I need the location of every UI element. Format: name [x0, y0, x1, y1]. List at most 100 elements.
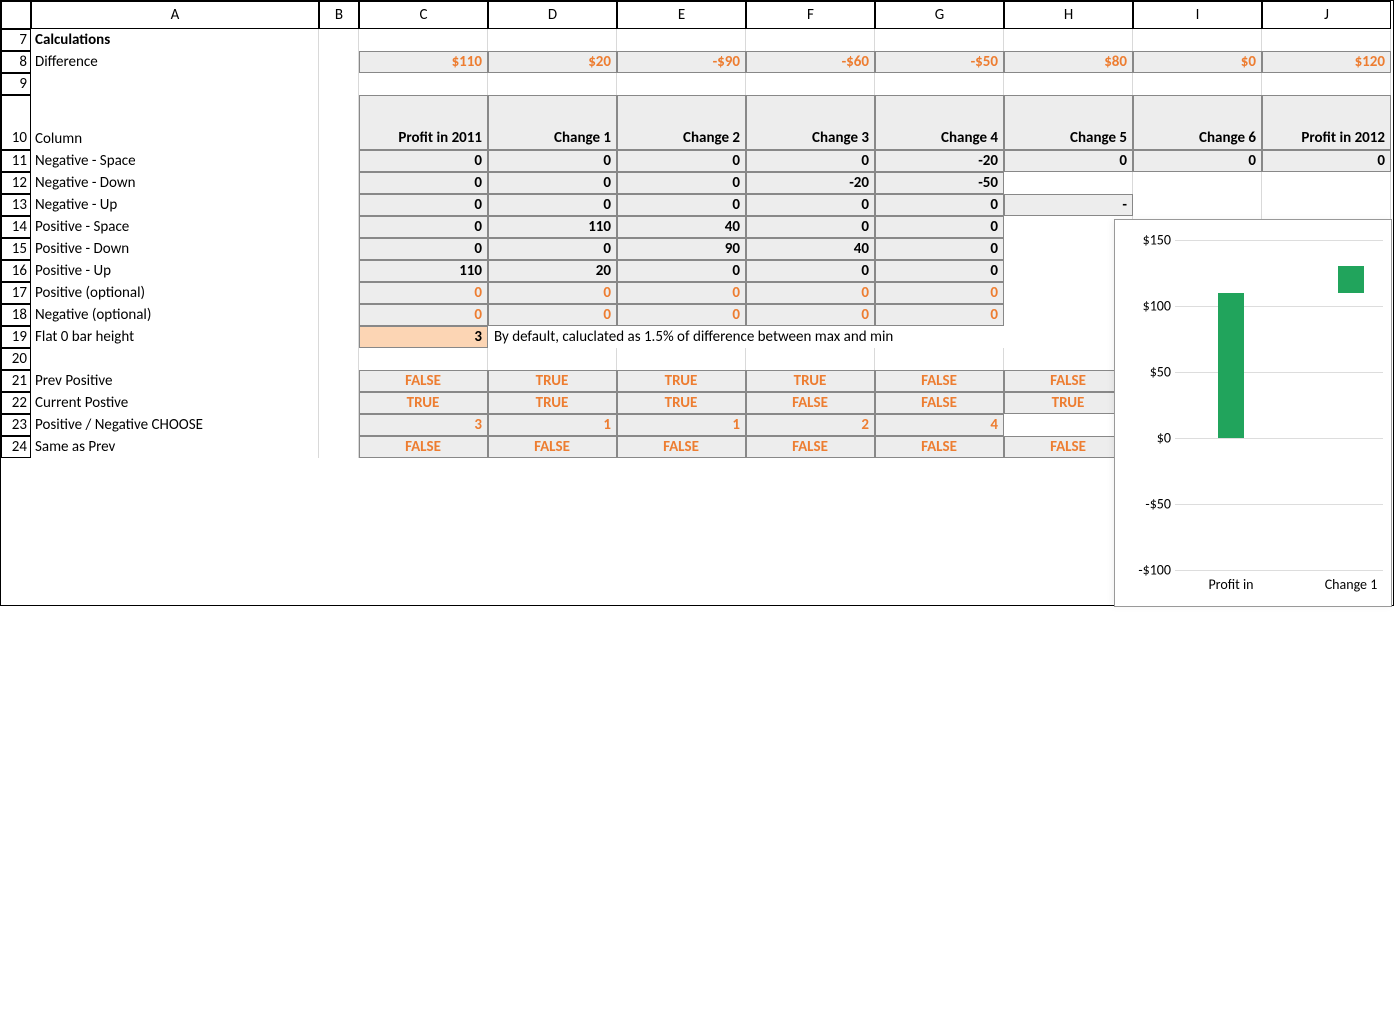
val-21-3[interactable]: TRUE: [746, 370, 875, 392]
row-header-9[interactable]: 9: [1, 73, 31, 95]
row-header-18[interactable]: 18: [1, 304, 31, 326]
val-11-1[interactable]: 0: [488, 150, 617, 172]
val-13-1[interactable]: 0: [488, 194, 617, 216]
column-label-1[interactable]: Change 1: [488, 95, 617, 150]
label-14[interactable]: Positive - Space: [31, 216, 319, 238]
difference-val-1[interactable]: $20: [488, 51, 617, 73]
row-header-20[interactable]: 20: [1, 348, 31, 370]
val-17-3[interactable]: 0: [746, 282, 875, 304]
val-24-1[interactable]: FALSE: [488, 436, 617, 458]
val-23-2[interactable]: 1: [617, 414, 746, 436]
difference-val-6[interactable]: $0: [1133, 51, 1262, 73]
label-18[interactable]: Negative (optional): [31, 304, 319, 326]
val-18-4[interactable]: 0: [875, 304, 1004, 326]
val-17-0[interactable]: 0: [359, 282, 488, 304]
val-24-2[interactable]: FALSE: [617, 436, 746, 458]
row-header-21[interactable]: 21: [1, 370, 31, 392]
row-header-13[interactable]: 13: [1, 194, 31, 216]
label-column[interactable]: Column: [31, 95, 319, 150]
val-11-7[interactable]: 0: [1262, 150, 1391, 172]
val-23-0[interactable]: 3: [359, 414, 488, 436]
val-14-3[interactable]: 0: [746, 216, 875, 238]
val-13-3[interactable]: 0: [746, 194, 875, 216]
val-16-1[interactable]: 20: [488, 260, 617, 282]
val-13-2[interactable]: 0: [617, 194, 746, 216]
difference-val-3[interactable]: -$60: [746, 51, 875, 73]
row-header-15[interactable]: 15: [1, 238, 31, 260]
val-21-2[interactable]: TRUE: [617, 370, 746, 392]
col-header-G[interactable]: G: [875, 1, 1004, 29]
val-17-4[interactable]: 0: [875, 282, 1004, 304]
val-11-0[interactable]: 0: [359, 150, 488, 172]
row-header-22[interactable]: 22: [1, 392, 31, 414]
val-22-1[interactable]: TRUE: [488, 392, 617, 414]
label-flat0[interactable]: Flat 0 bar height: [31, 326, 319, 348]
col-header-D[interactable]: D: [488, 1, 617, 29]
val-12-3[interactable]: -20: [746, 172, 875, 194]
val-11-6[interactable]: 0: [1133, 150, 1262, 172]
column-label-4[interactable]: Change 4: [875, 95, 1004, 150]
col-header-B[interactable]: B: [319, 1, 359, 29]
row-header-19[interactable]: 19: [1, 326, 31, 348]
embedded-chart[interactable]: $150$100$50$0-$50-$100Profit inChange 1: [1114, 219, 1392, 607]
val-15-3[interactable]: 40: [746, 238, 875, 260]
column-label-7[interactable]: Profit in 2012: [1262, 95, 1391, 150]
label-23[interactable]: Positive / Negative CHOOSE: [31, 414, 319, 436]
val-15-1[interactable]: 0: [488, 238, 617, 260]
val-18-2[interactable]: 0: [617, 304, 746, 326]
row-header-10[interactable]: 10: [1, 95, 31, 150]
label-15[interactable]: Positive - Down: [31, 238, 319, 260]
row-header-24[interactable]: 24: [1, 436, 31, 458]
val-14-0[interactable]: 0: [359, 216, 488, 238]
difference-val-4[interactable]: -$50: [875, 51, 1004, 73]
column-label-6[interactable]: Change 6: [1133, 95, 1262, 150]
col-header-H[interactable]: H: [1004, 1, 1133, 29]
val-18-1[interactable]: 0: [488, 304, 617, 326]
val-22-2[interactable]: TRUE: [617, 392, 746, 414]
val-22-3[interactable]: FALSE: [746, 392, 875, 414]
val-15-4[interactable]: 0: [875, 238, 1004, 260]
row-header-8[interactable]: 8: [1, 51, 31, 73]
label-17[interactable]: Positive (optional): [31, 282, 319, 304]
val-13-4[interactable]: 0: [875, 194, 1004, 216]
col-header-E[interactable]: E: [617, 1, 746, 29]
val-22-4[interactable]: FALSE: [875, 392, 1004, 414]
val-12-0[interactable]: 0: [359, 172, 488, 194]
val-14-1[interactable]: 110: [488, 216, 617, 238]
val-12-4[interactable]: -50: [875, 172, 1004, 194]
row-header-11[interactable]: 11: [1, 150, 31, 172]
col-header-J[interactable]: J: [1262, 1, 1391, 29]
label-13[interactable]: Negative - Up: [31, 194, 319, 216]
val-24-3[interactable]: FALSE: [746, 436, 875, 458]
column-label-3[interactable]: Change 3: [746, 95, 875, 150]
val-23-4[interactable]: 4: [875, 414, 1004, 436]
val-11-3[interactable]: 0: [746, 150, 875, 172]
val-16-0[interactable]: 110: [359, 260, 488, 282]
val-23-3[interactable]: 2: [746, 414, 875, 436]
difference-val-5[interactable]: $80: [1004, 51, 1133, 73]
column-label-2[interactable]: Change 2: [617, 95, 746, 150]
val-21-1[interactable]: TRUE: [488, 370, 617, 392]
col-header-F[interactable]: F: [746, 1, 875, 29]
val-18-3[interactable]: 0: [746, 304, 875, 326]
row-header-23[interactable]: 23: [1, 414, 31, 436]
val-11-2[interactable]: 0: [617, 150, 746, 172]
val-22-0[interactable]: TRUE: [359, 392, 488, 414]
label-16[interactable]: Positive - Up: [31, 260, 319, 282]
val-12-2[interactable]: 0: [617, 172, 746, 194]
difference-val-2[interactable]: -$90: [617, 51, 746, 73]
label-24[interactable]: Same as Prev: [31, 436, 319, 458]
val-21-4[interactable]: FALSE: [875, 370, 1004, 392]
label-11[interactable]: Negative - Space: [31, 150, 319, 172]
val-16-2[interactable]: 0: [617, 260, 746, 282]
val-16-3[interactable]: 0: [746, 260, 875, 282]
label-22[interactable]: Current Postive: [31, 392, 319, 414]
column-label-5[interactable]: Change 5: [1004, 95, 1133, 150]
col-header-I[interactable]: I: [1133, 1, 1262, 29]
row-header-12[interactable]: 12: [1, 172, 31, 194]
val-16-4[interactable]: 0: [875, 260, 1004, 282]
val-14-4[interactable]: 0: [875, 216, 1004, 238]
col-header-C[interactable]: C: [359, 1, 488, 29]
flat0-value[interactable]: 3: [359, 326, 488, 348]
row-header-17[interactable]: 17: [1, 282, 31, 304]
